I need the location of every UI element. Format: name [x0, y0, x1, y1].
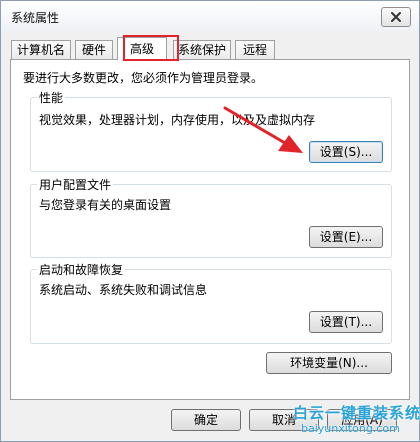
watermark-url: baiyunxitong.com: [301, 422, 400, 435]
startup-recovery-description: 系统启动、系统失败和调试信息: [39, 283, 208, 297]
window-title: 系统属性: [11, 11, 60, 25]
ok-button[interactable]: 确定: [171, 409, 241, 431]
red-arrow-annotation: [223, 106, 303, 153]
user-profiles-group-title: 用户配置文件: [37, 176, 114, 193]
tab-computer-name[interactable]: 计算机名: [11, 40, 71, 59]
user-profiles-description: 与您登录有关的桌面设置: [39, 198, 172, 212]
close-icon: [391, 12, 401, 22]
system-properties-window: 系统属性 计算机名 硬件 高级 系统保护 远程 要进行大多数更改，您必须作为管理…: [0, 0, 420, 442]
performance-settings-button[interactable]: 设置(S)...: [309, 141, 383, 163]
title-bar[interactable]: 系统属性: [1, 1, 419, 31]
tab-hardware[interactable]: 硬件: [75, 40, 113, 59]
close-button[interactable]: [381, 7, 411, 27]
environment-variables-button[interactable]: 环境变量(N)...: [266, 352, 392, 374]
admin-notice: 要进行大多数更改，您必须作为管理员登录。: [23, 71, 264, 85]
user-profiles-settings-button[interactable]: 设置(E)...: [309, 226, 383, 248]
watermark: 白云一键重装系统 baiyunxitong.com: [281, 398, 420, 442]
performance-group-title: 性能: [37, 89, 66, 106]
watermark-brand: 白云一键重装系统: [293, 404, 420, 422]
tab-system-protection[interactable]: 系统保护: [173, 40, 231, 59]
tab-remote[interactable]: 远程: [235, 40, 275, 59]
startup-recovery-group-title: 启动和故障恢复: [37, 261, 126, 278]
startup-recovery-settings-button[interactable]: 设置(T)...: [309, 311, 383, 333]
tab-advanced[interactable]: 高级: [117, 37, 167, 60]
